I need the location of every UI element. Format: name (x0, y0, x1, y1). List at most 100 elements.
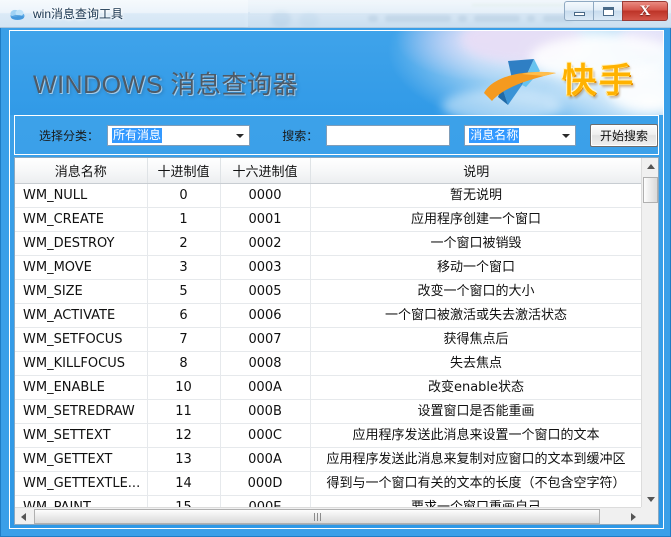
table-row[interactable]: WM_SETFOCUS 7 0007 获得焦点后 (15, 327, 642, 352)
search-field-selected-value: 消息名称 (469, 127, 520, 143)
hex-value-cell: 0007 (220, 327, 311, 352)
message-name-cell: WM_SETTEXT (15, 423, 148, 448)
content-canvas: WINDOWS 消息查询器 快手 选择分类： 所有消息 搜索： 消息名称 开始搜… (9, 30, 664, 529)
application-window: win消息查询工具 X WINDOWS 消息查询器 快手 选择分类： 所有消息 … (0, 0, 671, 537)
description-cell: 得到与一个窗口有关的文本的长度（不包含空字符） (310, 471, 642, 496)
table-row[interactable]: WM_GETTEXT 13 000A 应用程序发送此消息来复制对应窗口的文本到缓冲区 (15, 447, 642, 472)
start-search-button[interactable]: 开始搜索 (589, 123, 658, 147)
chevron-down-icon (561, 133, 570, 138)
hex-value-cell: 000A (220, 447, 311, 472)
scroll-left-arrow[interactable] (15, 508, 32, 524)
hex-value-cell: 000C (220, 423, 311, 448)
message-name-cell: WM_NULL (15, 183, 148, 208)
description-cell: 移动一个窗口 (310, 255, 642, 280)
decimal-value-cell: 14 (147, 471, 221, 496)
brand-logo-text: 快手 (562, 61, 636, 101)
description-cell: 设置窗口是否能重画 (310, 399, 642, 424)
table-row[interactable]: WM_DESTROY 2 0002 一个窗口被销毁 (15, 231, 642, 256)
category-label: 选择分类： (39, 128, 100, 143)
decimal-value-cell: 5 (147, 279, 221, 304)
horizontal-scrollbar[interactable] (15, 507, 642, 524)
table-row[interactable]: WM_NULL 0 0000 暂无说明 (15, 183, 642, 208)
app-window-icon (9, 5, 26, 22)
grid-scroll-region: 消息名称 十进制值 十六进制值 说明 WM_NULL 0 0000 暂无说明 WM_CR… (15, 158, 642, 508)
table-row[interactable]: WM_CREATE 1 0001 应用程序创建一个窗口 (15, 207, 642, 232)
hex-value-cell: 0006 (220, 303, 311, 328)
table-row[interactable]: WM_MOVE 3 0003 移动一个窗口 (15, 255, 642, 280)
description-cell: 应用程序创建一个窗口 (310, 207, 642, 232)
minimize-button[interactable] (564, 1, 593, 21)
scroll-down-arrow[interactable] (642, 491, 658, 508)
column-header-hex[interactable]: 十六进制值 (220, 158, 311, 184)
minimize-icon (573, 12, 585, 16)
description-cell: 改变enable状态 (310, 375, 642, 400)
hex-value-cell: 0008 (220, 351, 311, 376)
banner-title: WINDOWS 消息查询器 (33, 71, 298, 99)
decimal-value-cell: 3 (147, 255, 221, 280)
table-header-row: 消息名称 十进制值 十六进制值 说明 (15, 158, 642, 184)
decimal-value-cell: 2 (147, 231, 221, 256)
table-row[interactable]: WM_SETTEXT 12 000C 应用程序发送此消息来设置一个窗口的文本 (15, 423, 642, 448)
description-cell: 获得焦点后 (310, 327, 642, 352)
chevron-down-icon (236, 133, 245, 138)
maximize-icon (602, 6, 614, 16)
decimal-value-cell: 7 (147, 327, 221, 352)
message-name-cell: WM_DESTROY (15, 231, 148, 256)
decimal-value-cell: 12 (147, 423, 221, 448)
message-name-cell: WM_SETREDRAW (15, 399, 148, 424)
table-row[interactable]: WM_GETTEXTLE... 14 000D 得到与一个窗口有关的文本的长度（不包含… (15, 471, 642, 496)
decimal-value-cell: 11 (147, 399, 221, 424)
search-field-dropdown[interactable]: 消息名称 (464, 124, 576, 146)
table-row[interactable]: WM_SETREDRAW 11 000B 设置窗口是否能重画 (15, 399, 642, 424)
app-banner: WINDOWS 消息查询器 快手 (10, 31, 663, 115)
table-row[interactable]: WM_KILLFOCUS 8 0008 失去焦点 (15, 351, 642, 376)
decimal-value-cell: 6 (147, 303, 221, 328)
hex-value-cell: 0002 (220, 231, 311, 256)
table-row[interactable]: WM_SIZE 5 0005 改变一个窗口的大小 (15, 279, 642, 304)
arrow-swoosh-logo-icon (484, 59, 556, 105)
table-row[interactable]: WM_ACTIVATE 6 0006 一个窗口被激活或失去激活状态 (15, 303, 642, 328)
category-selected-value: 所有消息 (112, 127, 163, 143)
message-name-cell: WM_ACTIVATE (15, 303, 148, 328)
vertical-scroll-thumb[interactable] (643, 177, 658, 203)
message-name-cell: WM_KILLFOCUS (15, 351, 148, 376)
scrollbar-corner (641, 507, 658, 524)
description-cell: 失去焦点 (310, 351, 642, 376)
table-row[interactable]: WM_ENABLE 10 000A 改变enable状态 (15, 375, 642, 400)
description-cell: 应用程序发送此消息来复制对应窗口的文本到缓冲区 (310, 447, 642, 472)
description-cell: 一个窗口被激活或失去激活状态 (310, 303, 642, 328)
hex-value-cell: 000D (220, 471, 311, 496)
scroll-up-arrow[interactable] (642, 158, 658, 175)
vertical-scrollbar[interactable] (641, 158, 658, 508)
message-name-cell: WM_ENABLE (15, 375, 148, 400)
column-header-name[interactable]: 消息名称 (15, 158, 148, 184)
scroll-grip (313, 512, 321, 521)
column-header-decimal[interactable]: 十进制值 (147, 158, 221, 184)
hex-value-cell: 000A (220, 375, 311, 400)
title-bar[interactable]: win消息查询工具 X (0, 0, 671, 28)
close-button[interactable]: X (622, 1, 668, 21)
message-name-cell: WM_CREATE (15, 207, 148, 232)
message-name-cell: WM_SETFOCUS (15, 327, 148, 352)
window-title: win消息查询工具 (33, 7, 124, 21)
window-controls: X (564, 1, 668, 21)
column-header-description[interactable]: 说明 (310, 158, 642, 184)
filter-bar: 选择分类： 所有消息 搜索： 消息名称 开始搜索 (14, 115, 659, 155)
description-cell: 应用程序发送此消息来设置一个窗口的文本 (310, 423, 642, 448)
scroll-right-arrow[interactable] (625, 508, 642, 524)
search-input[interactable] (326, 124, 451, 146)
message-name-cell: WM_GETTEXTLE... (15, 471, 148, 496)
message-name-cell: WM_GETTEXT (15, 447, 148, 472)
hex-value-cell: 0005 (220, 279, 311, 304)
brand-logo: 快手 (478, 55, 663, 111)
description-cell: 暂无说明 (310, 183, 642, 208)
maximize-button[interactable] (593, 1, 622, 21)
decimal-value-cell: 0 (147, 183, 221, 208)
decimal-value-cell: 13 (147, 447, 221, 472)
horizontal-scroll-thumb[interactable] (34, 509, 600, 524)
table-body: WM_NULL 0 0000 暂无说明 WM_CREATE 1 0001 应用程序创建一个窗口… (15, 183, 642, 508)
description-cell: 一个窗口被销毁 (310, 231, 642, 256)
description-cell: 改变一个窗口的大小 (310, 279, 642, 304)
hex-value-cell: 000B (220, 399, 311, 424)
category-dropdown[interactable]: 所有消息 (107, 124, 251, 146)
